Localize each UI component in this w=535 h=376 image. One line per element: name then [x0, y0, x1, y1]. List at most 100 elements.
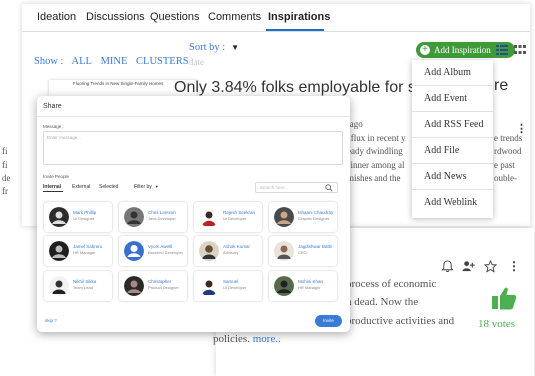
menu-item-add-file[interactable]: Add File [412, 138, 493, 164]
bell-icon[interactable] [441, 260, 454, 273]
card-text-line: process of economic [346, 278, 437, 290]
avatar [124, 241, 144, 261]
tab-selected[interactable]: Selected [99, 184, 118, 190]
people-search-input[interactable]: Search here... [255, 182, 338, 193]
person-card[interactable]: Jagdishwar Bathi CEO [269, 236, 337, 266]
avatar [199, 276, 219, 296]
person-card[interactable]: Ishaani Chaudray Graphic Designer [269, 202, 337, 232]
person-card[interactable]: Vyom Awelli Backend Developer [119, 236, 187, 266]
filter-clusters[interactable]: CLUSTERS [136, 56, 189, 67]
story-headline-tail: re [494, 77, 509, 94]
search-icon[interactable] [325, 184, 333, 192]
tab-inspirations[interactable]: Inspirations [268, 11, 330, 23]
message-input[interactable]: Enter message... [43, 131, 343, 165]
list-view-icon[interactable] [496, 45, 508, 55]
sort-value: date [189, 57, 204, 67]
person-card[interactable]: Nikhil Sikka Team Lead [44, 271, 112, 301]
person-card[interactable]: Mark Phillip UI Designer [44, 202, 112, 232]
person-card[interactable]: Rajesh Seekran UI Developer [194, 202, 262, 232]
avatar [199, 207, 219, 227]
menu-item-add-album[interactable]: Add Album [412, 60, 493, 86]
person-name: Vyom Awelli [148, 244, 173, 249]
person-role: Graphic Designer [298, 216, 330, 221]
card-text-line: productive activities and [346, 315, 455, 327]
avatar [124, 276, 144, 296]
avatar [274, 276, 294, 296]
story-left-fragment: fi [2, 160, 8, 170]
thumbs-up-icon[interactable] [491, 285, 517, 311]
avatar [274, 241, 294, 261]
avatar [49, 241, 69, 261]
cover-caption: Flooring Trends in New Single-Family Hom… [73, 81, 164, 86]
tab-internal[interactable]: Internal [43, 184, 61, 190]
person-card[interactable]: Christopher Product Designer [119, 271, 187, 301]
avatar [49, 276, 69, 296]
person-name: Nikhil Sikka [73, 279, 97, 284]
person-card[interactable]: Samuel UI Developer [194, 271, 262, 301]
story-headline-text: Only 3.84% folks employable for sta [174, 79, 430, 96]
person-name: Ishaani Chaudray [298, 210, 334, 215]
vote-count: 18 votes [478, 318, 515, 330]
card-text-tail: policies. [213, 333, 250, 345]
menu-item-add-event[interactable]: Add Event [412, 86, 493, 112]
tab-comments[interactable]: Comments [208, 11, 261, 23]
story-line: ready dwindling [344, 146, 403, 156]
avatar [124, 207, 144, 227]
person-role: Team Lead [73, 285, 93, 290]
person-name: Chris Larsson [148, 210, 176, 215]
story-left-fragment: fi [2, 146, 8, 156]
person-name: Rajesh Seekran [223, 210, 256, 215]
card-text-line: policies. more.. [213, 333, 281, 345]
tab-ideation[interactable]: Ideation [37, 11, 76, 23]
caret-down-icon: ▼ [154, 184, 159, 189]
person-name: Ashok Kumar [223, 244, 251, 249]
person-card[interactable]: Chris Larsson Java Developer [119, 202, 187, 232]
person-role: HR Manager [298, 285, 321, 290]
read-more-link[interactable]: more.. [253, 333, 281, 345]
tab-external[interactable]: External [72, 184, 90, 190]
menu-item-add-news[interactable]: Add News [412, 164, 493, 190]
person-name: Jagdishwar Bathi [298, 244, 333, 249]
add-user-icon[interactable] [462, 260, 475, 273]
active-tab-indicator [43, 191, 63, 192]
menu-item-add-weblink[interactable]: Add Weblink [412, 190, 493, 216]
person-role: Advisory [223, 250, 239, 255]
invite-button[interactable]: Invite [315, 315, 342, 327]
person-card[interactable]: Jamel Sabrero HR Manager [44, 236, 112, 266]
tab-questions[interactable]: Questions [150, 11, 200, 23]
person-role: HR Manager [73, 250, 96, 255]
person-name: Christopher [148, 279, 172, 284]
menu-item-add-rss-feed[interactable]: Add RSS Feed [412, 112, 493, 138]
star-icon[interactable] [484, 260, 497, 273]
add-inspiration-menu: Add Album Add Event Add RSS Feed Add Fil… [412, 60, 493, 218]
skip-link[interactable]: skip ? [45, 318, 57, 323]
person-name: Mark Phillip [73, 210, 97, 215]
plus-icon: + [420, 45, 430, 55]
card-text-line: n dead. Now the [346, 296, 419, 308]
person-card[interactable]: Ashok Kumar Advisory [194, 236, 262, 266]
filter-mine[interactable]: MINE [101, 56, 128, 67]
filter-all[interactable]: ALL [72, 56, 92, 67]
story-line-right: e trends [494, 133, 523, 143]
story-line-right: rdwood [494, 146, 522, 156]
person-name: Mohini Khan [298, 279, 324, 284]
sort-label: Sort by : [189, 42, 226, 53]
story-line: winner among al [344, 160, 405, 170]
avatar [199, 241, 219, 261]
person-card[interactable]: Mohini Khan HR Manager [269, 271, 337, 301]
avatar [274, 207, 294, 227]
invite-people-label: Invite People [43, 174, 70, 179]
person-role: UI Developer [223, 285, 247, 290]
person-name: Samuel [223, 279, 239, 284]
story-line: finishes and the [344, 173, 401, 183]
tab-discussions[interactable]: Discussions [86, 11, 145, 23]
more-options-icon[interactable]: ⋮ [508, 260, 521, 273]
filter-by-dropdown[interactable]: Filter by ▼ [134, 184, 159, 190]
story-left-fragment: fr [2, 186, 8, 196]
message-placeholder: Enter message... [47, 135, 82, 140]
grid-view-icon[interactable] [514, 45, 526, 55]
show-label: Show : [34, 56, 64, 67]
search-placeholder: Search here... [260, 185, 289, 190]
story-line: n flux in recent y [344, 133, 406, 143]
sort-control[interactable]: Sort by : ▼ [189, 42, 239, 53]
